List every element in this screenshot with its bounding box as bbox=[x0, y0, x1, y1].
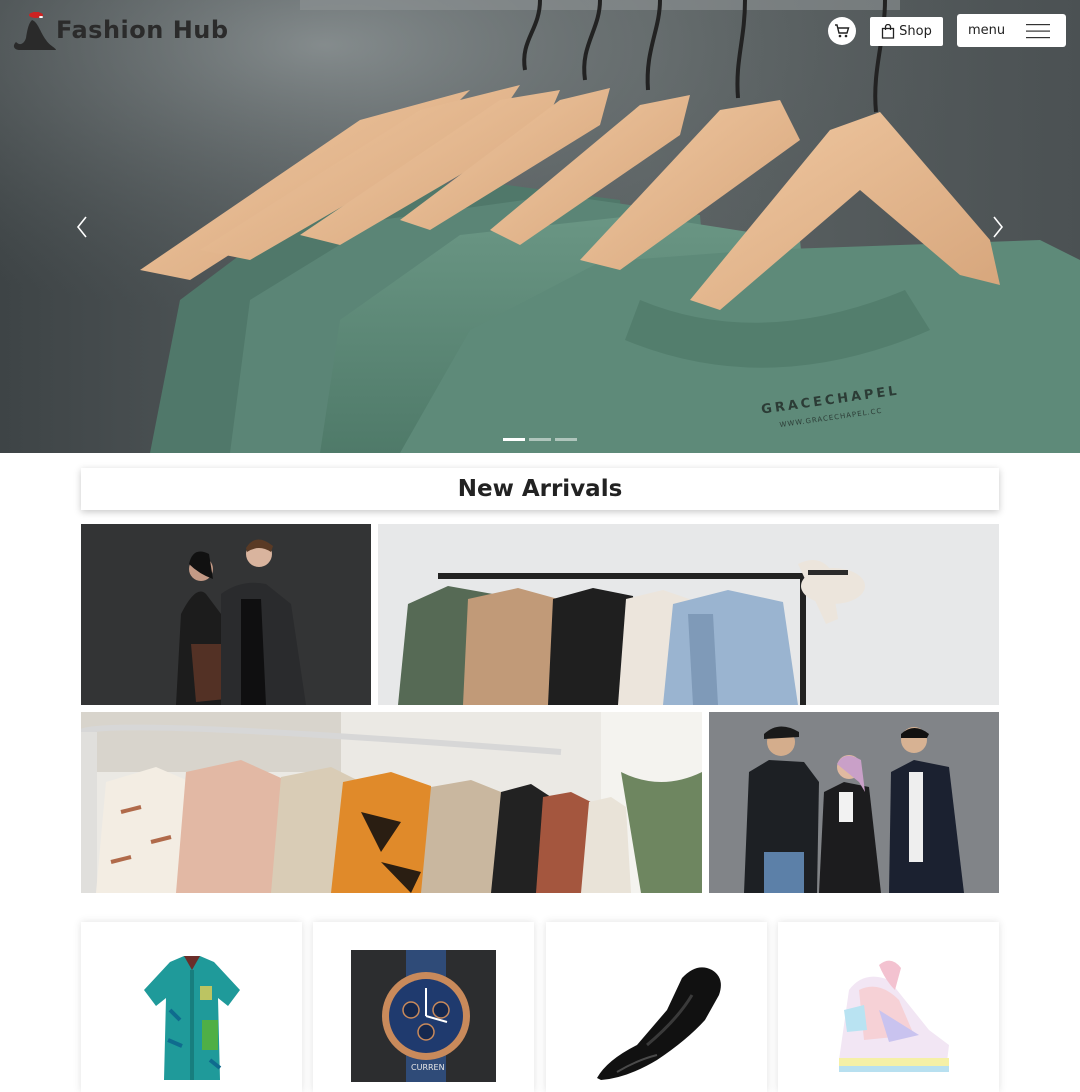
hero-carousel: GRACECHAPEL WWW.GRACECHAPEL.CC Fashion H… bbox=[0, 0, 1080, 453]
carousel-indicator-3[interactable] bbox=[555, 438, 577, 441]
couple-in-dark-coats-image bbox=[81, 524, 371, 705]
arrival-tile-jackets-rack[interactable] bbox=[378, 524, 999, 705]
teal-patterned-shirt-image bbox=[143, 956, 240, 1080]
product-card-shirt[interactable] bbox=[81, 922, 302, 1092]
menu-button-label: menu bbox=[968, 23, 1006, 38]
carousel-indicator-2[interactable] bbox=[529, 438, 551, 441]
carousel-indicator-1[interactable] bbox=[503, 438, 525, 441]
cart-icon bbox=[835, 24, 850, 38]
pastel-sneakers-image bbox=[838, 960, 949, 1072]
hero-slide-image: GRACECHAPEL WWW.GRACECHAPEL.CC bbox=[0, 0, 1080, 453]
watch-brand-text: CURREN bbox=[411, 1063, 445, 1072]
new-arrivals-title: New Arrivals bbox=[81, 468, 999, 510]
black-leather-loafer-image bbox=[596, 967, 721, 1080]
arrival-tile-blouses-rack[interactable] bbox=[81, 712, 702, 893]
hamburger-icon bbox=[1026, 23, 1050, 38]
jackets-on-rack-image bbox=[378, 524, 999, 705]
blouses-on-rack-image bbox=[81, 712, 702, 893]
shopping-bag-icon bbox=[881, 24, 895, 39]
figure-with-red-hat-logo bbox=[13, 12, 56, 50]
cart-button[interactable] bbox=[828, 17, 856, 45]
brand-name: Fashion Hub bbox=[56, 16, 229, 44]
brand-logo[interactable]: Fashion Hub bbox=[10, 6, 229, 54]
arrival-tile-friends[interactable] bbox=[709, 712, 999, 893]
product-card-sneakers[interactable] bbox=[778, 922, 999, 1092]
blue-chronograph-watch-image: CURREN bbox=[351, 950, 496, 1082]
menu-button[interactable]: menu bbox=[957, 14, 1066, 47]
carousel-indicators bbox=[503, 438, 577, 441]
chevron-right-icon[interactable] bbox=[988, 214, 1008, 240]
arrival-tile-couple[interactable] bbox=[81, 524, 371, 705]
three-friends-image bbox=[709, 712, 999, 893]
product-card-loafer[interactable] bbox=[546, 922, 767, 1092]
chevron-left-icon[interactable] bbox=[72, 214, 92, 240]
shop-button-label: Shop bbox=[899, 24, 932, 39]
product-card-watch[interactable]: CURREN bbox=[313, 922, 534, 1092]
shop-button[interactable]: Shop bbox=[870, 17, 943, 46]
